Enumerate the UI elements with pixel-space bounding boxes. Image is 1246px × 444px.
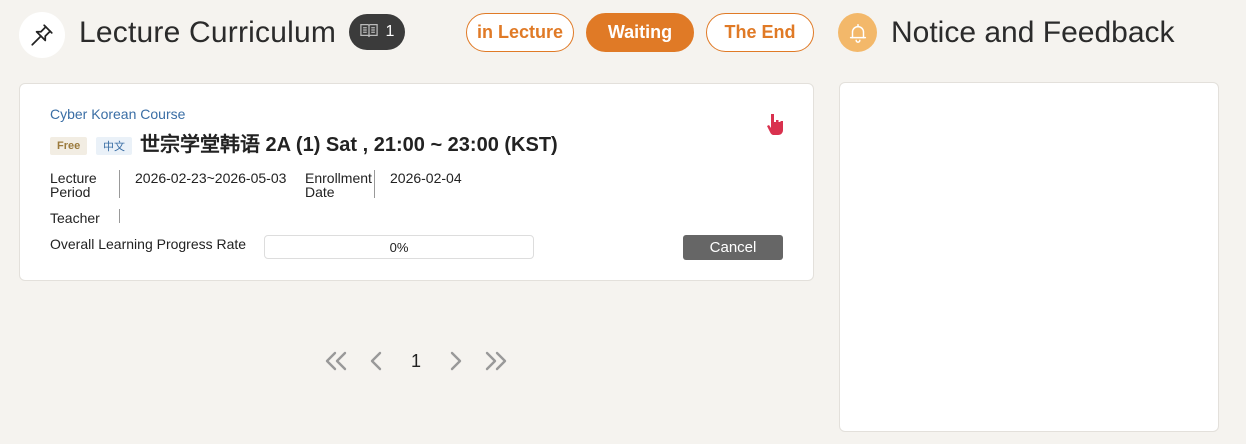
pushpin-icon <box>19 12 65 58</box>
lecture-count-badge: 1 <box>349 14 405 50</box>
page-title: Lecture Curriculum <box>79 16 337 49</box>
cancel-button[interactable]: Cancel <box>683 235 783 260</box>
period-value: 2026-02-23~2026-05-03 <box>135 170 287 186</box>
notice-panel <box>839 82 1219 432</box>
teacher-label: Teacher <box>50 210 100 226</box>
divider <box>119 209 120 223</box>
enroll-value: 2026-02-04 <box>390 170 462 186</box>
progress-text: 0% <box>389 239 409 255</box>
page-number-current[interactable]: 1 <box>404 346 428 376</box>
language-badge: 中文 <box>96 137 132 155</box>
page: Lecture Curriculum 1 in Lecture Waiting … <box>0 0 1246 444</box>
tab-waiting[interactable]: Waiting <box>586 13 694 52</box>
course-card: Cyber Korean Course Free 中文 世宗学堂韩语 2A (1… <box>19 83 814 281</box>
progress-label: Overall Learning Progress Rate <box>50 236 247 252</box>
bell-icon <box>838 13 877 52</box>
enroll-label-line2: Date <box>305 184 335 200</box>
next-page-icon[interactable] <box>446 346 466 376</box>
divider <box>374 170 375 198</box>
enroll-label-line1: Enrollment <box>305 170 372 186</box>
tab-the-end[interactable]: The End <box>706 13 814 52</box>
first-page-icon[interactable] <box>322 346 350 376</box>
notice-title: Notice and Feedback <box>891 16 1175 49</box>
period-label-line1: Lecture <box>50 170 97 186</box>
free-badge: Free <box>50 137 88 155</box>
lecture-count: 1 <box>385 23 395 40</box>
book-icon <box>359 22 378 43</box>
period-label-line2: Period <box>50 184 91 200</box>
tab-in-lecture[interactable]: in Lecture <box>466 13 574 52</box>
last-page-icon[interactable] <box>482 346 510 376</box>
prev-page-icon[interactable] <box>366 346 386 376</box>
course-title[interactable]: 世宗学堂韩语 2A (1) Sat , 21:00 ~ 23:00 (KST) <box>140 132 558 158</box>
progress-bar: 0% <box>264 235 534 259</box>
pointing-hand-icon[interactable] <box>766 112 786 141</box>
course-category-link[interactable]: Cyber Korean Course <box>50 106 185 122</box>
divider <box>119 170 120 198</box>
